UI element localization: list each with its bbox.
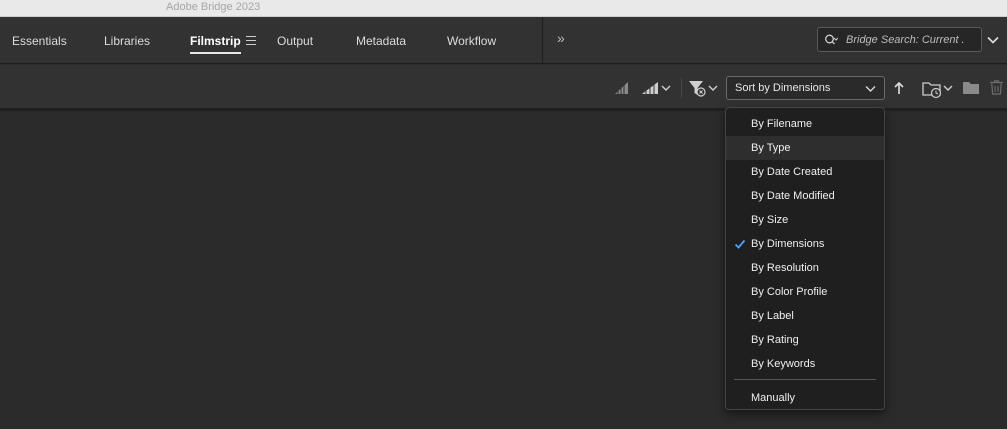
tab-output[interactable]: Output <box>277 34 313 48</box>
sort-by-keywords[interactable]: By Keywords <box>726 352 884 376</box>
toolbar-divider <box>681 78 682 98</box>
tab-metadata[interactable]: Metadata <box>356 34 406 48</box>
sort-by-label[interactable]: By Label <box>726 304 884 328</box>
sort-by-resolution[interactable]: By Resolution <box>726 256 884 280</box>
search-input[interactable] <box>846 32 978 48</box>
chevron-down-icon <box>865 86 876 92</box>
search-box[interactable] <box>817 27 982 52</box>
tab-filmstrip[interactable]: Filmstrip <box>190 34 241 54</box>
sort-direction-icon[interactable] <box>893 82 905 95</box>
tab-workflow[interactable]: Workflow <box>447 34 496 48</box>
tab-libraries[interactable]: Libraries <box>104 34 150 48</box>
tab-essentials[interactable]: Essentials <box>12 34 67 48</box>
more-workspaces-icon[interactable]: » <box>557 30 565 46</box>
sort-by-date-modified[interactable]: By Date Modified <box>726 184 884 208</box>
sort-by-dimensions[interactable]: By Dimensions <box>726 232 884 256</box>
quality-icon[interactable] <box>614 81 630 95</box>
workspace-bar: Essentials Libraries Filmstrip Output Me… <box>0 17 1007 64</box>
recent-folder-icon[interactable] <box>922 79 954 99</box>
sort-by-color-profile[interactable]: By Color Profile <box>726 280 884 304</box>
sort-by-size[interactable]: By Size <box>726 208 884 232</box>
title-bar: Adobe Bridge 2023 <box>0 0 1007 17</box>
tab-filmstrip-label: Filmstrip <box>190 34 241 48</box>
thumbnail-quality-menu-icon[interactable] <box>641 81 673 95</box>
delete-icon[interactable] <box>990 80 1003 95</box>
sort-by-dimensions-label: By Dimensions <box>751 238 825 250</box>
sort-by-date-created[interactable]: By Date Created <box>726 160 884 184</box>
sort-by-type[interactable]: By Type <box>726 136 884 160</box>
sort-by-filename[interactable]: By Filename <box>726 112 884 136</box>
sort-menu: By Filename By Type By Date Created By D… <box>725 107 885 410</box>
sort-by-label: Sort by Dimensions <box>735 82 831 94</box>
sort-by-select[interactable]: Sort by Dimensions <box>726 76 885 100</box>
sort-by-rating[interactable]: By Rating <box>726 328 884 352</box>
window-title: Adobe Bridge 2023 <box>166 1 261 13</box>
workspace-menu-icon[interactable] <box>246 36 256 45</box>
menu-separator <box>734 379 876 380</box>
search-options-chevron-icon[interactable] <box>986 33 1000 47</box>
active-tab-underline <box>190 52 241 54</box>
search-icon <box>825 34 838 45</box>
checkmark-icon <box>734 239 746 249</box>
sort-manually[interactable]: Manually <box>726 386 884 410</box>
filter-items-icon[interactable] <box>688 80 720 98</box>
path-toolbar: Sort by Dimensions <box>0 65 1007 111</box>
workspace-divider <box>542 17 543 64</box>
new-folder-icon[interactable] <box>963 81 979 94</box>
